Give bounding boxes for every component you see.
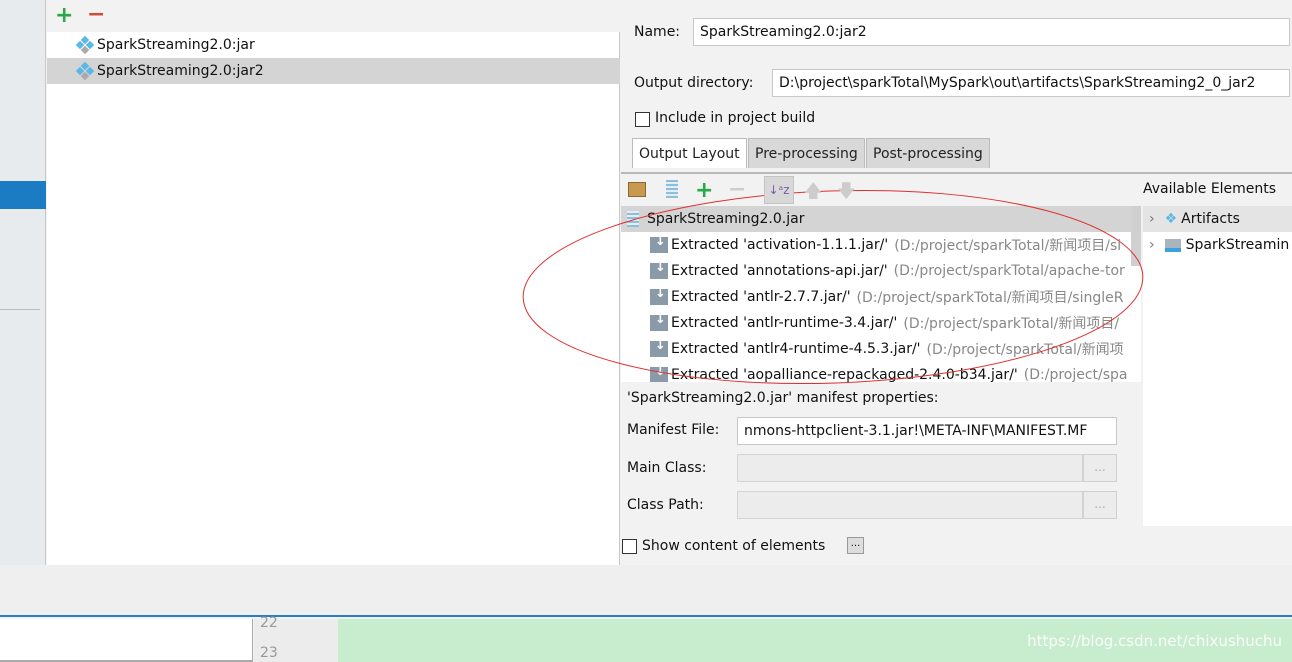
tree-row-label: Extracted 'antlr4-runtime-4.5.3.jar/' <box>671 341 921 357</box>
left-nav-strip <box>0 0 46 565</box>
tab-output-layout[interactable]: Output Layout <box>632 138 747 168</box>
extracted-jar-icon <box>650 260 668 279</box>
artifacts-toolbar: + − <box>47 0 620 32</box>
main-class-label: Main Class: <box>627 460 707 476</box>
tree-row-label: Extracted 'aopalliance-repackaged-2.4.0-… <box>671 367 1018 382</box>
artifact-details: Name: SparkStreaming2.0:jar2 Output dire… <box>621 0 1292 565</box>
tree-row[interactable]: Extracted 'activation-1.1.1.jar/' (D:/pro… <box>621 232 1141 258</box>
line-number: 23 <box>260 645 278 661</box>
include-build-checkbox[interactable] <box>635 112 650 127</box>
minus-icon[interactable]: − <box>728 179 746 201</box>
jar-icon <box>627 211 639 227</box>
tree-row[interactable]: Extracted 'aopalliance-repackaged-2.4.0-… <box>621 362 1141 382</box>
line-number: 22 <box>260 615 278 631</box>
class-path-label: Class Path: <box>627 497 704 513</box>
tab-pre-processing[interactable]: Pre-processing <box>748 138 865 168</box>
tree-row[interactable]: Extracted 'antlr-runtime-3.4.jar/' (D:/pr… <box>621 310 1141 336</box>
minus-icon[interactable]: − <box>87 4 105 26</box>
artifact-icon <box>75 61 95 81</box>
available-item[interactable]: › ❖ Artifacts <box>1143 206 1292 232</box>
artifact-item[interactable]: SparkStreaming2.0:jar2 <box>47 58 620 84</box>
plus-icon[interactable]: + <box>55 5 73 27</box>
module-folder-icon <box>1164 238 1181 252</box>
include-build-label: Include in project build <box>655 110 816 126</box>
available-item-label: Artifacts <box>1181 211 1240 227</box>
artifact-label: SparkStreaming2.0:jar2 <box>97 63 264 79</box>
sort-alpha-icon[interactable]: ↓ᵃz <box>764 176 794 204</box>
create-directory-icon[interactable] <box>628 182 646 197</box>
artifact-item[interactable]: SparkStreaming2.0:jar <box>47 32 620 58</box>
tree-row-path: (D:/project/sparkTotal/新闻项目/singleR <box>856 290 1124 306</box>
name-label: Name: <box>634 24 681 40</box>
extracted-jar-icon <box>650 234 668 253</box>
tree-row[interactable]: Extracted 'antlr-2.7.7.jar/' (D:/project/… <box>621 284 1141 310</box>
available-elements-tree: › ❖ Artifacts › SparkStreamin <box>1143 206 1292 526</box>
manifest-file-label: Manifest File: <box>627 422 720 438</box>
chevron-right-icon[interactable]: › <box>1149 237 1155 253</box>
tab-post-processing[interactable]: Post-processing <box>866 138 990 168</box>
output-dir-input[interactable]: D:\project\sparkTotal\MySpark\out\artifa… <box>772 69 1290 97</box>
tree-row-label: Extracted 'activation-1.1.1.jar/' <box>671 237 889 253</box>
dialog-button-bar <box>0 565 1292 617</box>
extracted-jar-icon <box>650 364 668 382</box>
tree-row-label: Extracted 'antlr-runtime-3.4.jar/' <box>671 315 898 331</box>
artifacts-panel: + − SparkStreaming2.0:jar SparkStreaming… <box>47 0 620 565</box>
artifact-label: SparkStreaming2.0:jar <box>97 37 255 53</box>
extracted-jar-icon <box>650 286 668 305</box>
manifest-properties: 'SparkStreaming2.0.jar' manifest propert… <box>621 382 1141 565</box>
extracted-jar-icon <box>650 338 668 357</box>
archive-icon[interactable] <box>666 180 678 198</box>
move-up-icon[interactable]: 🡅 <box>804 179 823 209</box>
tree-row-label: Extracted 'antlr-2.7.7.jar/' <box>671 289 851 305</box>
artifact-icon <box>75 35 95 55</box>
tree-row[interactable]: Extracted 'antlr4-runtime-4.5.3.jar/' (D:… <box>621 336 1141 362</box>
plus-icon[interactable]: + <box>695 180 713 202</box>
left-nav-selected-item[interactable] <box>0 181 46 209</box>
tree-root-label: SparkStreaming2.0.jar <box>647 211 805 227</box>
available-item[interactable]: › SparkStreamin <box>1143 232 1292 258</box>
name-input[interactable]: SparkStreaming2.0:jar2 <box>693 18 1290 46</box>
tree-row-path: (D:/project/sparkTotal/新闻项目/si <box>894 238 1122 254</box>
tree-row-path: (D:/project/spa <box>1023 367 1128 382</box>
main-class-browse-button[interactable]: ... <box>1083 454 1117 482</box>
manifest-file-input[interactable]: nmons-httpclient-3.1.jar!\META-INF\MANIF… <box>737 417 1117 445</box>
tree-scrollbar[interactable] <box>1131 206 1141 266</box>
layout-toolbar: + − ↓ᵃz 🡅 🡇 Available Elements <box>621 172 1292 206</box>
show-content-options-button[interactable]: ... <box>847 537 864 554</box>
artifact-icon: ❖ <box>1164 211 1178 227</box>
chevron-right-icon[interactable]: › <box>1149 211 1155 227</box>
editor-gutter: 22 23 <box>254 615 338 662</box>
manifest-title: 'SparkStreaming2.0.jar' manifest propert… <box>627 390 939 406</box>
tree-row-label: Extracted 'annotations-api.jar/' <box>671 263 888 279</box>
class-path-browse-button[interactable]: ... <box>1083 491 1117 519</box>
tree-root[interactable]: SparkStreaming2.0.jar <box>621 206 1141 232</box>
move-down-icon[interactable]: 🡇 <box>837 179 856 209</box>
watermark: https://blog.csdn.net/chixushuchu <box>1027 632 1282 650</box>
available-elements-title: Available Elements <box>1143 181 1277 197</box>
show-content-checkbox[interactable] <box>622 539 637 554</box>
tree-row[interactable]: Extracted 'annotations-api.jar/' (D:/proj… <box>621 258 1141 284</box>
editor-side-panel <box>0 619 253 662</box>
tree-row-path: (D:/project/sparkTotal/新闻项 <box>926 342 1124 358</box>
extracted-jar-icon <box>650 312 668 331</box>
layout-tree: SparkStreaming2.0.jar Extracted 'activat… <box>621 206 1141 382</box>
divider <box>0 309 40 310</box>
available-item-label: SparkStreamin <box>1185 237 1290 253</box>
class-path-input[interactable] <box>737 491 1083 519</box>
tree-row-path: (D:/project/sparkTotal/新闻项目/ <box>903 316 1120 332</box>
tree-row-path: (D:/project/sparkTotal/apache-tor <box>893 263 1125 279</box>
main-class-input[interactable] <box>737 454 1083 482</box>
output-dir-label: Output directory: <box>634 75 754 91</box>
show-content-label: Show content of elements <box>642 538 826 554</box>
